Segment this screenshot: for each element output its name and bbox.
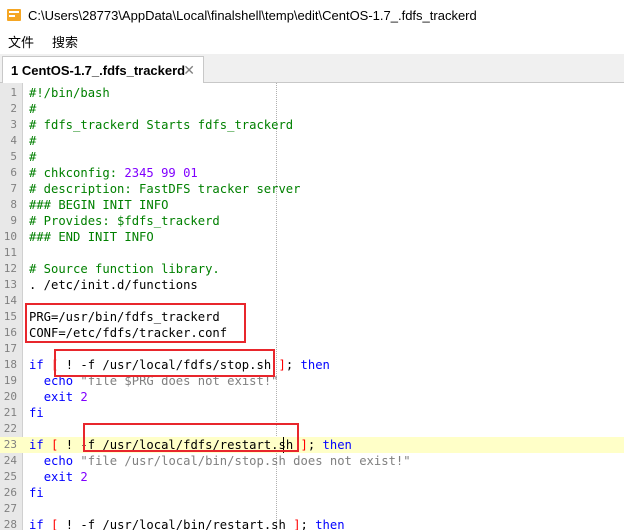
code-line[interactable]: 1 #!/bin/bash	[0, 85, 624, 101]
code-line[interactable]: 4 #	[0, 133, 624, 149]
line-text: # fdfs_trackerd Starts fdfs_trackerd	[29, 118, 294, 132]
line-text: CONF=/etc/fdfs/tracker.conf	[29, 326, 228, 340]
title-bar: C:\Users\28773\AppData\Local\finalshell\…	[0, 0, 624, 30]
line-text: exit 2	[43, 470, 88, 484]
code-line[interactable]: 19 echo "file $PRG does not exist!"	[0, 373, 624, 389]
close-icon[interactable]: ✕	[183, 62, 195, 78]
code-line[interactable]: 25 exit 2	[0, 469, 624, 485]
line-text: echo "file $PRG does not exist!"	[43, 374, 279, 388]
tab-label: 1 CentOS-1.7_.fdfs_trackerd	[11, 62, 186, 78]
line-number: 13	[3, 278, 17, 291]
line-text: if [ ! -f /usr/local/fdfs/restart.sh ]; …	[29, 438, 352, 452]
code-line[interactable]: 9 # Provides: $fdfs_trackerd	[0, 213, 624, 229]
code-line[interactable]: 24 echo "file /usr/local/bin/stop.sh doe…	[0, 453, 624, 469]
code-line[interactable]: 12 # Source function library.	[0, 261, 624, 277]
line-number: 7	[10, 182, 17, 195]
line-number: 28	[3, 518, 17, 530]
code-line[interactable]: 15 PRG=/usr/bin/fdfs_trackerd	[0, 309, 624, 325]
code-line[interactable]: 3 # fdfs_trackerd Starts fdfs_trackerd	[0, 117, 624, 133]
code-line[interactable]: 10 ### END INIT INFO	[0, 229, 624, 245]
line-text: #	[29, 102, 37, 116]
line-text: fi	[29, 406, 44, 420]
line-text: # Source function library.	[29, 262, 220, 276]
code-line[interactable]: 23 if [ ! -f /usr/local/fdfs/restart.sh ]…	[0, 437, 624, 453]
line-text: ### END INIT INFO	[29, 230, 154, 244]
line-text: # Provides: $fdfs_trackerd	[29, 214, 220, 228]
code-line[interactable]: 16 CONF=/etc/fdfs/tracker.conf	[0, 325, 624, 341]
line-number: 15	[3, 310, 17, 323]
line-number: 6	[10, 166, 17, 179]
line-text: #	[29, 134, 37, 148]
code-line[interactable]: 8 ### BEGIN INIT INFO	[0, 197, 624, 213]
code-line[interactable]: 2 #	[0, 101, 624, 117]
code-line[interactable]: 20 exit 2	[0, 389, 624, 405]
line-number: 17	[3, 342, 17, 355]
line-text: #	[29, 150, 37, 164]
menu-file[interactable]: 文件	[0, 32, 44, 51]
line-number: 10	[3, 230, 17, 243]
line-number: 26	[3, 486, 17, 499]
line-text: exit 2	[43, 390, 88, 404]
line-text: # chkconfig: 2345 99 01	[29, 166, 198, 180]
code-line[interactable]: 17	[0, 341, 624, 357]
line-number: 1	[10, 86, 17, 99]
line-number: 20	[3, 390, 17, 403]
code-line[interactable]: 28 if [ ! -f /usr/local/bin/restart.sh ];…	[0, 517, 624, 530]
code-line[interactable]: 7 # description: FastDFS tracker server	[0, 181, 624, 197]
line-text: if [ ! -f /usr/local/fdfs/stop.sh ]; the…	[29, 358, 330, 372]
line-number: 14	[3, 294, 17, 307]
code-line[interactable]: 18 if [ ! -f /usr/local/fdfs/stop.sh ]; t…	[0, 357, 624, 373]
code-line[interactable]: 27	[0, 501, 624, 517]
tab-file[interactable]: 1 CentOS-1.7_.fdfs_trackerd ✕	[2, 56, 204, 83]
code-line[interactable]: 5 #	[0, 149, 624, 165]
line-text: PRG=/usr/bin/fdfs_trackerd	[29, 310, 220, 324]
line-number: 27	[3, 502, 17, 515]
code-line[interactable]: 6 # chkconfig: 2345 99 01	[0, 165, 624, 181]
line-number: 3	[10, 118, 17, 131]
line-number: 12	[3, 262, 17, 275]
line-number: 23	[3, 438, 17, 451]
line-text: . /etc/init.d/functions	[29, 278, 198, 292]
menu-search[interactable]: 搜索	[44, 32, 88, 51]
line-text: # description: FastDFS tracker server	[29, 182, 301, 196]
line-number: 19	[3, 374, 17, 387]
finalshell-app-icon	[7, 9, 21, 21]
code-editor[interactable]: 1 #!/bin/bash 2 #3 # fdfs_trackerd Starts fd…	[0, 83, 624, 530]
text-caret	[283, 437, 284, 453]
line-number: 4	[10, 134, 17, 147]
line-text: ### BEGIN INIT INFO	[29, 198, 169, 212]
code-line[interactable]: 26 fi	[0, 485, 624, 501]
tab-bar: 1 CentOS-1.7_.fdfs_trackerd ✕	[0, 54, 624, 83]
line-number: 9	[10, 214, 17, 227]
line-text: #!/bin/bash	[29, 86, 110, 100]
window-title: C:\Users\28773\AppData\Local\finalshell\…	[28, 7, 477, 23]
line-text: if [ ! -f /usr/local/bin/restart.sh ]; t…	[29, 518, 345, 530]
line-number: 18	[3, 358, 17, 371]
line-number: 2	[10, 102, 17, 115]
line-number: 5	[10, 150, 17, 163]
line-number: 25	[3, 470, 17, 483]
code-line[interactable]: 22	[0, 421, 624, 437]
line-number: 16	[3, 326, 17, 339]
code-line[interactable]: 11	[0, 245, 624, 261]
line-number: 22	[3, 422, 17, 435]
menu-bar: 文件 搜索	[0, 30, 624, 52]
line-number: 8	[10, 198, 17, 211]
code-line[interactable]: 13 . /etc/init.d/functions	[0, 277, 624, 293]
code-line[interactable]: 21 fi	[0, 405, 624, 421]
line-number: 24	[3, 454, 17, 467]
line-number: 11	[3, 246, 17, 259]
line-text: echo "file /usr/local/bin/stop.sh does n…	[43, 454, 411, 468]
code-line[interactable]: 14	[0, 293, 624, 309]
line-text: fi	[29, 486, 44, 500]
line-number: 21	[3, 406, 17, 419]
